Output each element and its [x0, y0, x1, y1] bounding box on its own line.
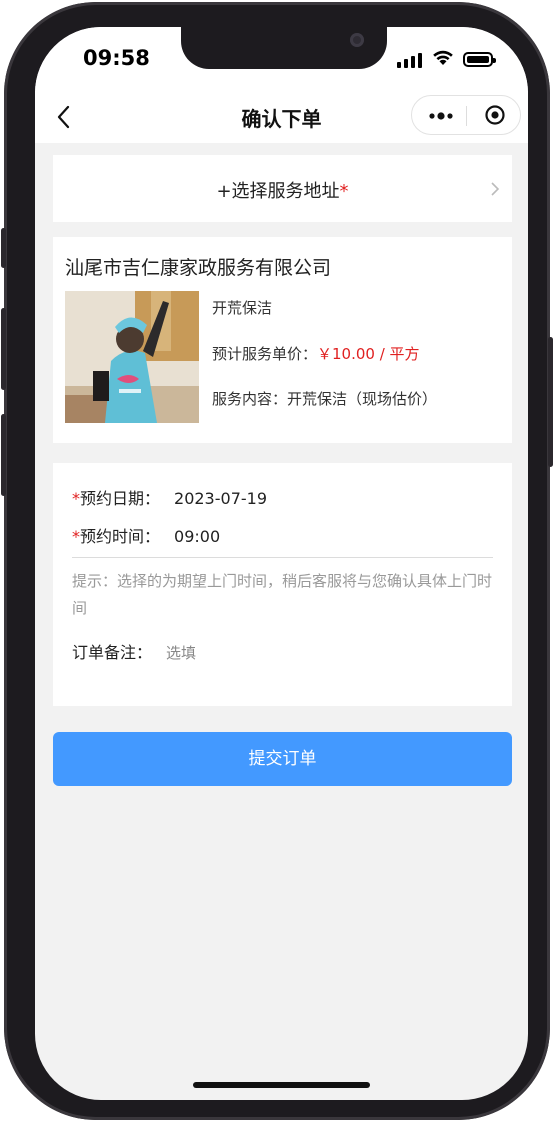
price-value: ￥10.00 / 平方 — [317, 345, 420, 363]
booking-time-row[interactable]: *预约时间： 09:00 — [72, 523, 220, 547]
company-name: 汕尾市吉仁康家政服务有限公司 — [65, 257, 332, 279]
divider — [72, 557, 493, 558]
booking-tip: 提示：选择的为期望上门时间，稍后客服将与您确认具体上门时间 — [72, 572, 493, 617]
price-label: 预计服务单价： — [212, 345, 318, 363]
submit-order-button[interactable]: 提交订单 — [53, 732, 512, 786]
time-value[interactable]: 09:00 — [174, 527, 220, 546]
chevron-right-icon — [491, 182, 500, 196]
remark-label: 订单备注： — [72, 643, 153, 662]
nav-bar: 确认下单 — [35, 91, 528, 143]
booking-date-row[interactable]: *预约日期： 2023-07-19 — [72, 485, 267, 509]
screen: 09:58 确认下单 +选择服务地址* 汕尾市吉仁康家政服务有限公司 开荒保洁 … — [35, 27, 528, 1100]
required-mark: * — [72, 489, 80, 508]
address-selector[interactable]: +选择服务地址* — [53, 155, 512, 222]
service-content-row: 服务内容：开荒保洁（现场估价） — [212, 388, 437, 409]
service-content-label: 服务内容： — [212, 390, 288, 408]
notch — [181, 27, 387, 69]
service-name: 开荒保洁 — [212, 299, 273, 317]
remark-input[interactable]: 选填 — [166, 644, 196, 662]
capsule-divider — [466, 106, 467, 126]
more-icon[interactable] — [429, 111, 453, 121]
service-photo — [65, 291, 199, 423]
camera — [350, 33, 364, 47]
wifi-icon — [433, 50, 453, 65]
side-button — [1, 228, 6, 268]
time-label: 预约时间： — [80, 527, 161, 546]
price-row: 预计服务单价：￥10.00 / 平方 — [212, 343, 420, 364]
address-label: +选择服务地址* — [216, 181, 349, 202]
mini-program-capsule — [411, 95, 521, 135]
side-button — [1, 414, 6, 496]
service-content-value: 开荒保洁（现场估价） — [287, 390, 438, 408]
phone-frame: 09:58 确认下单 +选择服务地址* 汕尾市吉仁康家政服务有限公司 开荒保洁 … — [1, 2, 553, 1120]
battery-icon — [463, 52, 496, 67]
home-indicator — [193, 1082, 370, 1088]
status-time: 09:58 — [83, 46, 150, 70]
close-miniprogram-icon[interactable] — [485, 105, 505, 125]
side-button — [548, 337, 553, 467]
date-label: 预约日期： — [80, 489, 161, 508]
date-value[interactable]: 2023-07-19 — [174, 489, 267, 508]
remark-row: 订单备注： 选填 — [72, 639, 196, 663]
side-button — [1, 308, 6, 390]
booking-form: *预约日期： 2023-07-19 *预约时间： 09:00 提示：选择的为期望上门… — [53, 463, 512, 706]
signal-icon — [397, 52, 425, 68]
required-mark: * — [72, 527, 80, 546]
service-card: 汕尾市吉仁康家政服务有限公司 开荒保洁 预计服务单价：￥10.00 / 平方 服… — [53, 237, 512, 443]
